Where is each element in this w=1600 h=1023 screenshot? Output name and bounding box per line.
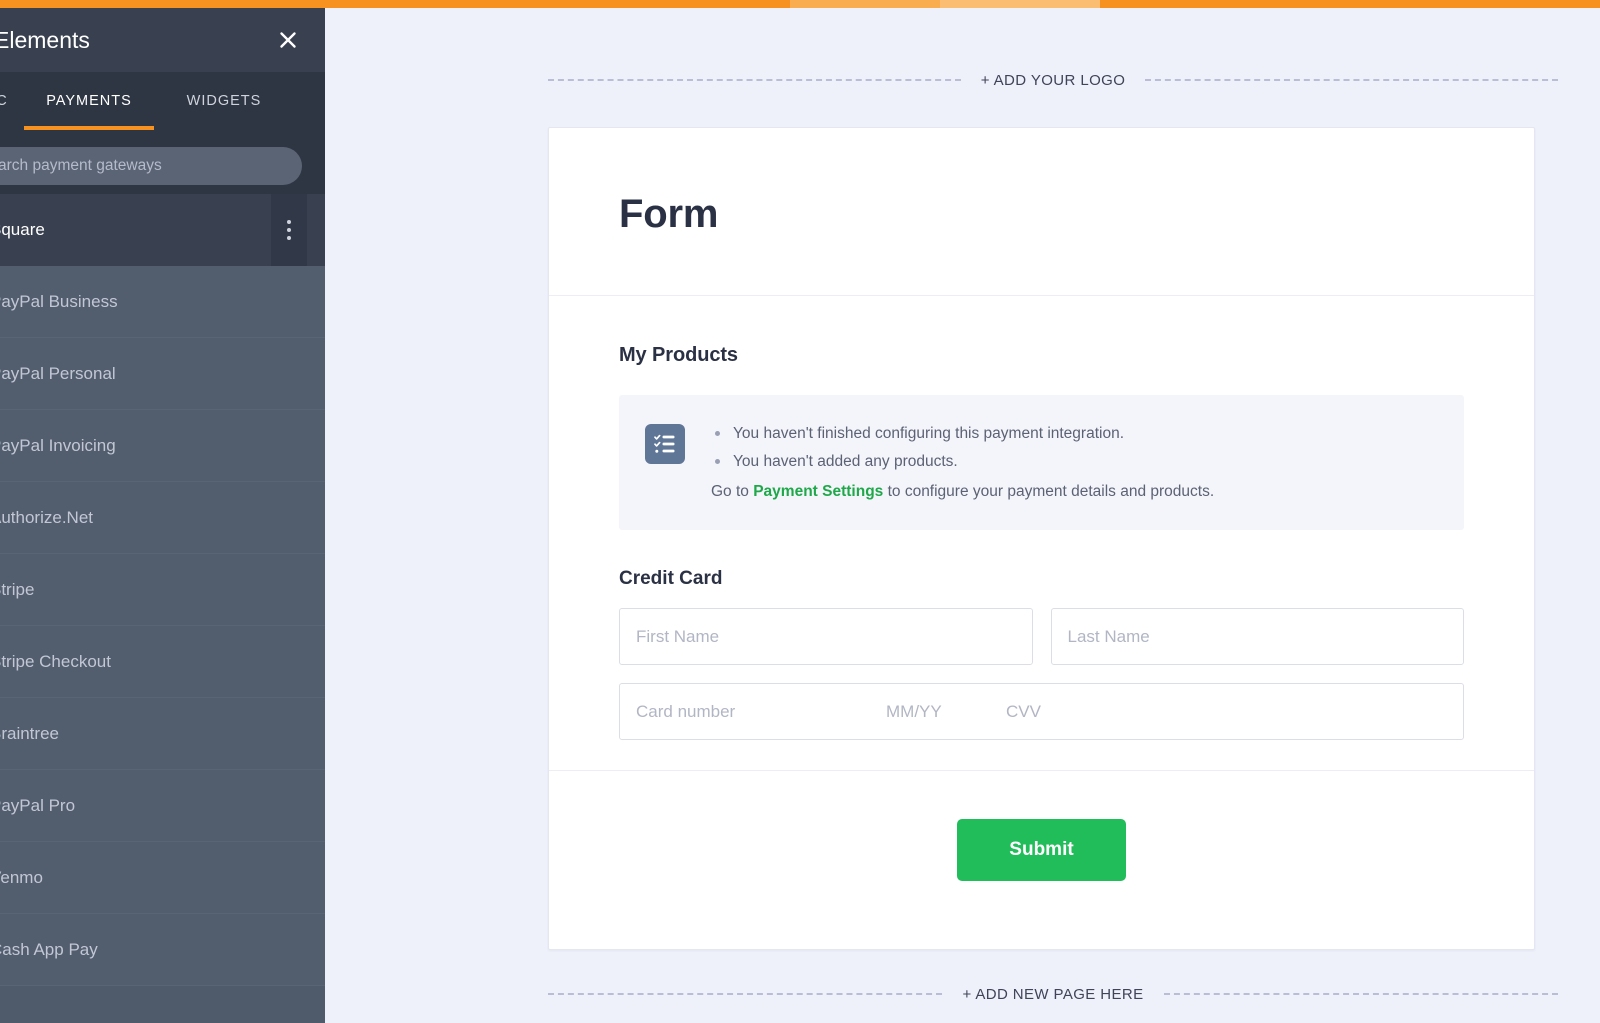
gateway-label: PayPal Invoicing xyxy=(0,435,116,455)
list-item[interactable]: PayPal Invoicing xyxy=(0,410,325,482)
more-options-icon[interactable] xyxy=(271,193,307,266)
list-item[interactable]: Stripe Checkout xyxy=(0,626,325,698)
last-name-field[interactable]: Last Name xyxy=(1050,608,1464,666)
top-progress-segment-a xyxy=(790,0,940,8)
my-products-heading: My Products xyxy=(619,344,738,366)
payment-gateway-list: Square PayPal Business PayPal Personal P… xyxy=(0,193,325,986)
credit-card-block: Credit Card First Name Last Name Card nu… xyxy=(619,568,1464,741)
add-new-page-label[interactable]: + ADD NEW PAGE HERE xyxy=(962,986,1143,1003)
name-fields-row: First Name Last Name xyxy=(619,608,1464,666)
products-notice-box: You haven't finished configuring this pa… xyxy=(619,395,1464,531)
form-body: My Products You haven't finished configu… xyxy=(549,296,1534,770)
gateway-label: PayPal Pro xyxy=(0,795,76,815)
list-item[interactable]: Authorize.Net xyxy=(0,482,325,554)
search-row xyxy=(0,138,325,194)
card-expiry-field[interactable]: MM/YY xyxy=(886,702,1006,722)
notice-cta: Go to Payment Settings to configure your… xyxy=(711,480,1438,504)
app-screen: + ADD YOUR LOGO Form My Products You hav… xyxy=(0,0,1600,1023)
card-cvv-field[interactable]: CVV xyxy=(1006,702,1041,722)
gateway-label: Venmo xyxy=(0,867,43,887)
list-item[interactable]: Cash App Pay xyxy=(0,914,325,986)
card-details-row: Card number MM/YY CVV xyxy=(619,683,1464,741)
elements-panel: Elements C PAYMENTS WIDGETS Square PayPa… xyxy=(0,8,325,1023)
list-item[interactable]: PayPal Business xyxy=(0,266,325,338)
credit-card-heading: Credit Card xyxy=(619,568,723,590)
tab-payments[interactable]: PAYMENTS xyxy=(24,72,154,130)
list-item[interactable]: Square xyxy=(0,193,325,266)
first-name-field[interactable]: First Name xyxy=(619,608,1033,666)
dashed-divider-right xyxy=(1145,79,1559,81)
add-logo-label[interactable]: + ADD YOUR LOGO xyxy=(981,72,1126,89)
gateway-label: Stripe xyxy=(0,579,35,599)
list-item[interactable]: Braintree xyxy=(0,698,325,770)
notice-cta-prefix: Go to xyxy=(711,483,754,501)
search-input[interactable] xyxy=(0,147,302,185)
close-icon[interactable] xyxy=(271,23,305,57)
form-builder-canvas: + ADD YOUR LOGO Form My Products You hav… xyxy=(325,8,1600,1023)
list-item[interactable]: Stripe xyxy=(0,554,325,626)
dashed-divider-left xyxy=(548,79,961,81)
gateway-label: Stripe Checkout xyxy=(0,651,111,671)
form-header: Form xyxy=(549,128,1534,296)
panel-header: Elements xyxy=(0,8,325,72)
tab-widgets[interactable]: WIDGETS xyxy=(154,72,294,130)
payment-settings-link[interactable]: Payment Settings xyxy=(753,483,883,500)
top-progress-bar xyxy=(0,0,1600,8)
dashed-divider-left xyxy=(548,993,943,995)
top-progress-segment-b xyxy=(940,0,1100,8)
gateway-label: Cash App Pay xyxy=(0,939,98,959)
panel-title: Elements xyxy=(0,26,90,53)
list-item[interactable]: PayPal Pro xyxy=(0,770,325,842)
add-new-page-strip[interactable]: + ADD NEW PAGE HERE xyxy=(548,980,1558,1008)
panel-tabs: C PAYMENTS WIDGETS xyxy=(0,72,325,138)
checklist-icon xyxy=(645,424,685,464)
gateway-label: Square xyxy=(0,219,45,239)
tab-basic[interactable]: C xyxy=(0,72,24,130)
gateway-label: PayPal Personal xyxy=(0,363,116,383)
gateway-label: Authorize.Net xyxy=(0,507,93,527)
notice-text-body: You haven't finished configuring this pa… xyxy=(711,421,1438,504)
list-item[interactable]: Venmo xyxy=(0,842,325,914)
list-item[interactable]: PayPal Personal xyxy=(0,338,325,410)
form-card: Form My Products You haven't finished co… xyxy=(548,127,1535,951)
dashed-divider-right xyxy=(1163,993,1558,995)
add-logo-strip[interactable]: + ADD YOUR LOGO xyxy=(548,66,1559,94)
form-title[interactable]: Form xyxy=(619,192,1464,237)
card-number-field[interactable]: Card number xyxy=(636,702,886,722)
notice-bullet-list: You haven't finished configuring this pa… xyxy=(711,422,1438,474)
notice-cta-suffix: to configure your payment details and pr… xyxy=(883,483,1215,501)
gateway-label: PayPal Business xyxy=(0,291,118,311)
gateway-label: Braintree xyxy=(0,723,59,743)
list-item: You haven't added any products. xyxy=(711,450,1438,474)
card-details-group[interactable]: Card number MM/YY CVV xyxy=(619,683,1464,741)
form-footer: Submit xyxy=(549,770,1534,949)
list-item: You haven't finished configuring this pa… xyxy=(711,422,1438,446)
submit-button[interactable]: Submit xyxy=(957,819,1126,882)
